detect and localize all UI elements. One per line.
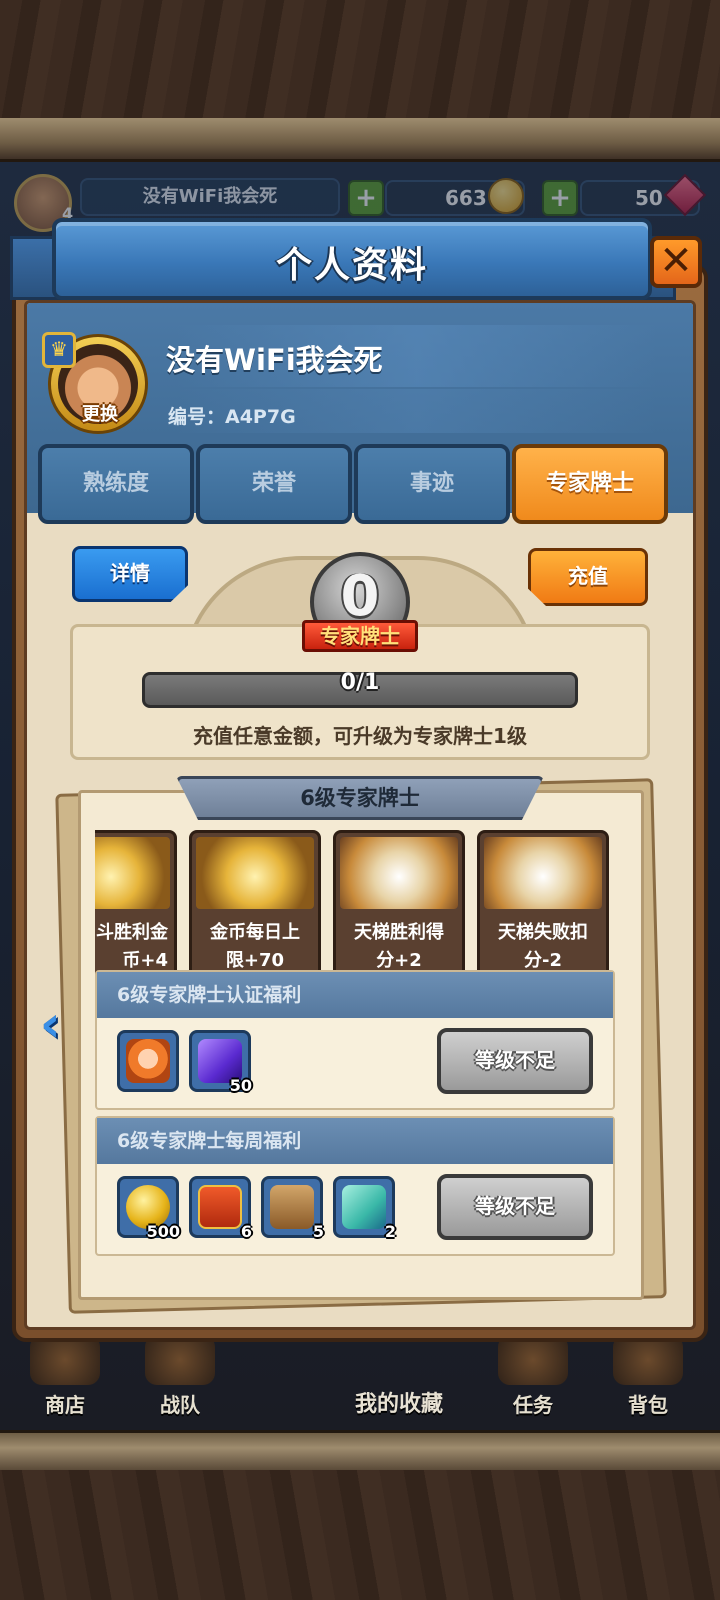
portrait-icon	[126, 1039, 170, 1083]
perk-card: 金币每日上 限+70	[189, 830, 321, 982]
nav-label: 任务	[513, 1393, 553, 1417]
detail-button[interactable]: 详情	[72, 546, 188, 602]
claim-certification-button[interactable]: 等级不足	[437, 1028, 593, 1094]
benefit-title: 6级专家牌士认证福利	[97, 972, 613, 1018]
close-icon: ✕	[659, 238, 693, 284]
reward-item[interactable]: 500	[117, 1176, 180, 1241]
reward-item[interactable]: 50	[189, 1030, 252, 1095]
reward-item[interactable]	[117, 1030, 179, 1092]
add-coins-button[interactable]: +	[348, 180, 384, 216]
level-title-banner: 6级专家牌士	[176, 776, 544, 820]
background-rail	[0, 118, 720, 162]
reward-count: 2	[384, 1222, 396, 1241]
perk-line: 天梯失败扣	[498, 922, 588, 943]
ticket-icon	[342, 1185, 386, 1229]
nav-label: 商店	[45, 1393, 85, 1417]
shop-icon	[30, 1335, 100, 1385]
team-icon	[145, 1335, 215, 1385]
tab-honor[interactable]: 荣誉	[196, 444, 352, 524]
gold-chest-icon	[196, 837, 314, 909]
certification-benefit: 6级专家牌士认证福利 50 等级不足	[95, 970, 615, 1110]
weekly-benefit: 6级专家牌士每周福利 500 6 5 2 等级不足	[95, 1116, 615, 1256]
reward-item[interactable]: 6	[189, 1176, 252, 1241]
nav-label: 战队	[160, 1393, 200, 1417]
perk-card: 天梯失败扣 分-2	[477, 830, 609, 982]
benefit-title: 6级专家牌士每周福利	[97, 1118, 613, 1164]
coins-count: 663	[445, 186, 487, 210]
treasure-chest-icon	[198, 1185, 242, 1229]
rank-ribbon: 专家牌士	[302, 620, 418, 652]
perk-line: 天梯胜利得	[354, 922, 444, 943]
upgrade-hint: 充值任意金额，可升级为专家牌士1级	[193, 724, 527, 748]
reward-count: 500	[146, 1222, 180, 1241]
bag-icon	[613, 1335, 683, 1385]
reward-count: 5	[312, 1222, 324, 1241]
nav-item-quest[interactable]: 任务	[478, 1335, 588, 1425]
progress-text: 0/1	[340, 670, 380, 695]
perk-card: 天梯胜利得 分+2	[333, 830, 465, 982]
gems-count: 50	[635, 186, 663, 210]
reward-item[interactable]: 5	[261, 1176, 324, 1241]
ladder-down-icon	[484, 837, 602, 909]
perk-carousel[interactable]: 斗胜利金 币+4 金币每日上 限+70 天梯胜利得 分+2 天梯失败扣 分-2	[95, 830, 625, 982]
card-bag-icon	[270, 1185, 314, 1229]
background-rail-bottom	[0, 1430, 720, 1470]
nav-item-team[interactable]: 战队	[125, 1335, 235, 1425]
player-id: 编号：A4P7G	[168, 406, 296, 428]
reward-count: 50	[229, 1076, 252, 1095]
tab-proficiency[interactable]: 熟练度	[38, 444, 194, 524]
nav-item-collection[interactable]: 我的收藏	[355, 1386, 443, 1418]
hud-player-name: 没有WiFi我会死	[142, 186, 278, 207]
claim-weekly-button[interactable]: 等级不足	[437, 1174, 593, 1240]
tab-deeds[interactable]: 事迹	[354, 444, 510, 524]
modal-title: 个人资料	[275, 245, 428, 286]
tab-expert[interactable]: 专家牌士	[512, 444, 668, 524]
nav-label: 背包	[628, 1393, 668, 1417]
chevron-left-icon: ‹	[40, 995, 61, 1053]
reward-item[interactable]: 2	[333, 1176, 396, 1241]
reward-count: 6	[240, 1222, 252, 1241]
recharge-button[interactable]: 充值	[528, 548, 648, 606]
player-name: 没有WiFi我会死	[166, 343, 383, 377]
previous-level-button[interactable]: ‹	[40, 998, 74, 1050]
coin-icon	[488, 178, 524, 214]
close-button[interactable]: ✕	[650, 236, 702, 288]
ladder-up-icon	[340, 837, 458, 909]
perk-card: 斗胜利金 币+4	[95, 830, 177, 982]
quest-icon	[498, 1335, 568, 1385]
add-gems-button[interactable]: +	[542, 180, 578, 216]
perk-line: 金币每日上	[210, 922, 300, 943]
nav-item-shop[interactable]: 商店	[10, 1335, 120, 1425]
change-avatar-button[interactable]: 更换	[70, 400, 130, 426]
gold-reward-icon	[95, 837, 170, 909]
crown-icon: ♛	[42, 332, 76, 368]
perk-line: 斗胜利金	[96, 922, 168, 943]
nav-item-bag[interactable]: 背包	[593, 1335, 703, 1425]
background-bottom	[0, 1470, 720, 1600]
